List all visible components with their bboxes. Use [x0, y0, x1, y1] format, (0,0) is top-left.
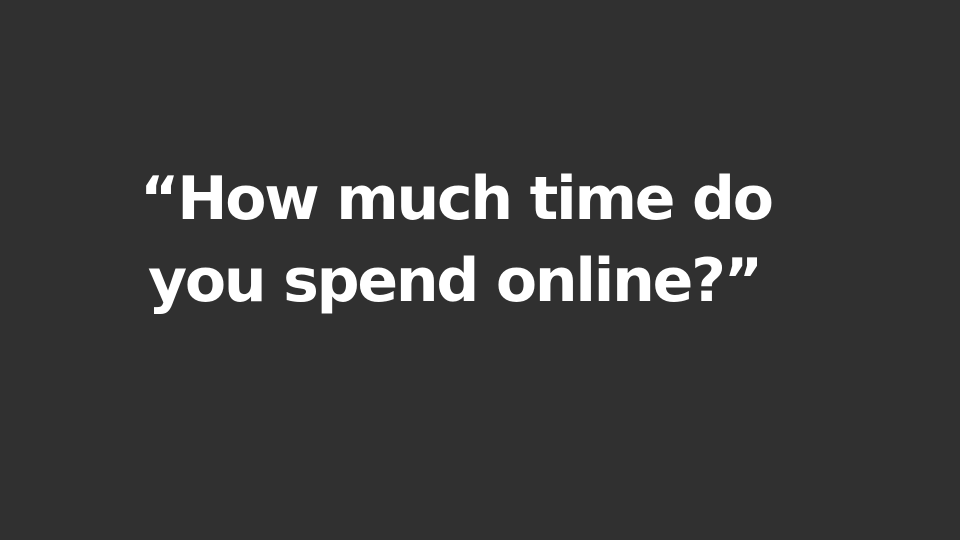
slide-canvas: “How much time do you spend online?”: [0, 0, 960, 540]
slide-quote: “How much time do you spend online?”: [130, 158, 850, 322]
quote-line-2: you spend online?”: [148, 246, 763, 316]
quote-line-1: “How much time do: [140, 164, 774, 234]
